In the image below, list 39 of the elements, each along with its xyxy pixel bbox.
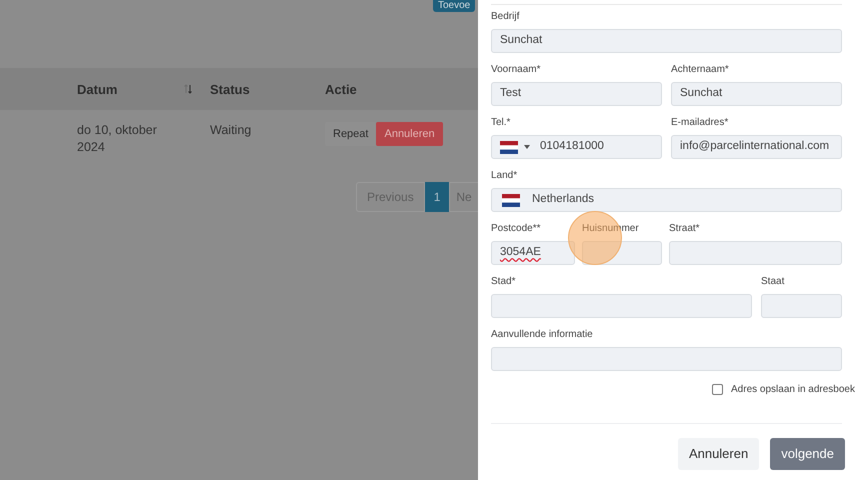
field-label: Aanvullende informatie	[491, 329, 594, 341]
next-button[interactable]: volgende	[770, 438, 845, 470]
field-label: Bedrijf	[491, 11, 520, 23]
column-header[interactable]: Actie	[325, 80, 357, 100]
field-label: Stad*	[491, 276, 516, 288]
page-button[interactable]: 1	[424, 182, 450, 212]
input-field[interactable]	[669, 241, 842, 265]
input-field[interactable]: Netherlands	[491, 188, 842, 212]
input-field[interactable]: Sunchat	[671, 82, 842, 106]
input-field[interactable]	[491, 294, 752, 318]
input-field[interactable]	[582, 241, 662, 265]
checkbox[interactable]	[712, 384, 724, 395]
table-cell-text: do 10, oktober 2024	[77, 122, 158, 156]
field-label: Land*	[491, 170, 518, 182]
field-label: Voornaam*	[491, 64, 542, 76]
column-header[interactable]: Datum	[77, 80, 194, 100]
input-field[interactable]: info@parcelinternational.com	[671, 135, 842, 159]
input-field[interactable]	[761, 294, 842, 318]
input-field[interactable]: Sunchat	[491, 29, 842, 53]
field-label: E-mailadres*	[671, 117, 730, 129]
table-cell: Waiting	[210, 122, 252, 139]
input-field[interactable]	[491, 347, 842, 371]
field-label: Achternaam*	[671, 64, 730, 76]
add-button[interactable]: Toevoe	[433, 0, 476, 12]
input-field[interactable]: 0104181000	[491, 135, 662, 159]
flag-icon	[500, 140, 518, 154]
field-label: Staat	[761, 276, 786, 288]
cancel-button[interactable]: Annuleren	[376, 122, 443, 146]
input-field[interactable]: 3054AE	[491, 241, 575, 265]
checkbox-label[interactable]: Adres opslaan in adresboek	[731, 382, 855, 397]
column-header[interactable]: Status	[210, 80, 250, 100]
input-field[interactable]: Test	[491, 82, 662, 106]
caret-icon[interactable]	[524, 145, 530, 149]
sort-icon[interactable]	[183, 83, 194, 95]
field-label: Tel.*	[491, 117, 512, 129]
cancel-button[interactable]: Annuleren	[678, 438, 760, 470]
field-label: Postcode**	[491, 223, 542, 235]
field-label: Straat*	[669, 223, 701, 235]
flag-icon	[502, 194, 520, 206]
